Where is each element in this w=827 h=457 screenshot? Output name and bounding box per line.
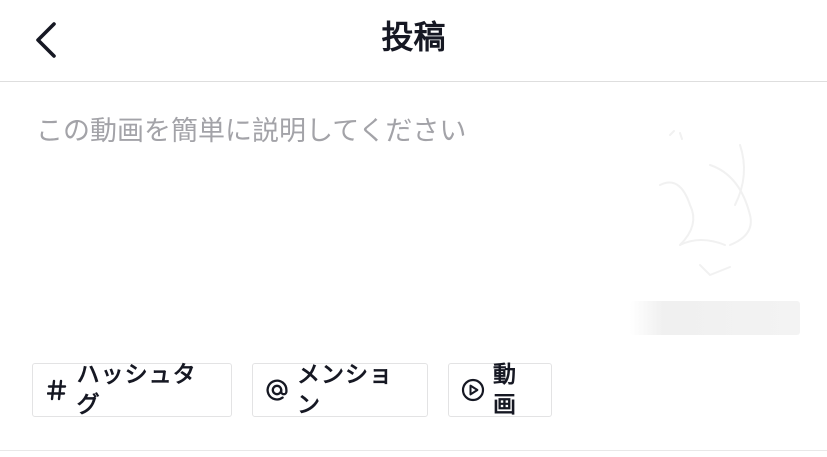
hash-icon	[45, 378, 69, 402]
top-bar: 投稿	[0, 0, 827, 82]
mention-label: メンション	[297, 362, 393, 418]
video-button[interactable]: 動画	[448, 362, 552, 418]
page-title: 投稿	[381, 18, 446, 56]
video-label: 動画	[493, 362, 517, 418]
caption-tools: ハッシュタグ メンション 動画	[32, 362, 552, 418]
thumbnail-caption-bar	[630, 301, 800, 335]
thumbnail-image	[659, 130, 752, 277]
mention-button[interactable]: メンション	[252, 362, 428, 418]
caption-area	[36, 112, 616, 312]
at-icon	[265, 378, 289, 402]
hashtag-button[interactable]: ハッシュタグ	[32, 362, 232, 418]
video-thumbnail[interactable]	[630, 105, 800, 335]
divider	[0, 450, 827, 451]
caption-input[interactable]	[36, 112, 616, 312]
hashtag-label: ハッシュタグ	[76, 362, 197, 418]
play-circle-icon	[461, 378, 485, 402]
